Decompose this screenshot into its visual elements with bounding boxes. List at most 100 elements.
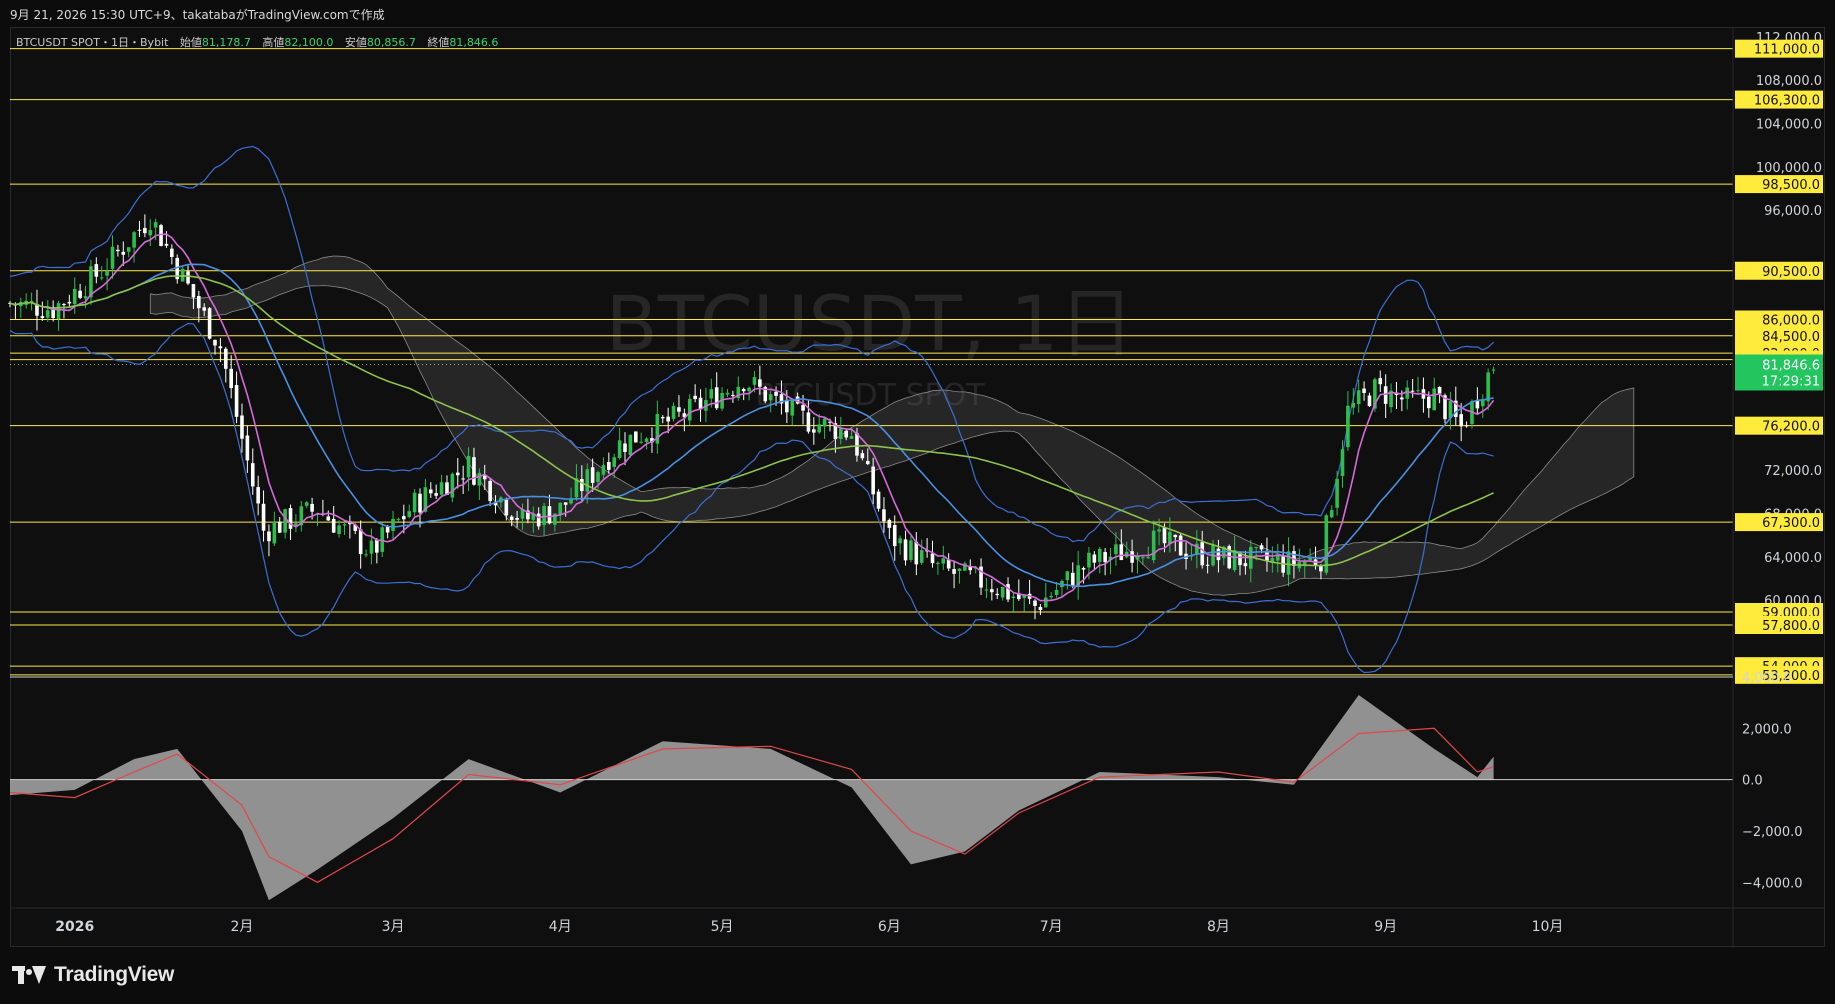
candle-body[interactable]: [164, 243, 169, 246]
candle-body[interactable]: [914, 541, 919, 565]
candle-body[interactable]: [337, 525, 341, 535]
level-tag-label[interactable]: 111,000.0: [1754, 43, 1820, 58]
candle-body[interactable]: [331, 518, 336, 533]
candle-body[interactable]: [110, 246, 115, 269]
candle-body[interactable]: [1011, 596, 1016, 599]
candle-body[interactable]: [623, 443, 627, 452]
candle-body[interactable]: [601, 465, 606, 475]
candle-body[interactable]: [898, 538, 902, 544]
candle-body[interactable]: [1168, 531, 1172, 544]
candle-body[interactable]: [607, 462, 611, 470]
candle-body[interactable]: [121, 251, 126, 255]
candle-body[interactable]: [1259, 545, 1264, 550]
candle-body[interactable]: [590, 467, 595, 483]
level-tag-label[interactable]: 106,300.0: [1754, 94, 1820, 109]
candle-body[interactable]: [197, 295, 201, 309]
candle-body[interactable]: [844, 430, 848, 438]
candle-body[interactable]: [628, 434, 633, 456]
candle-body[interactable]: [671, 405, 676, 419]
candle-body[interactable]: [785, 401, 789, 413]
candle-body[interactable]: [1324, 515, 1329, 573]
candle-body[interactable]: [310, 503, 314, 512]
candle-body[interactable]: [207, 308, 212, 339]
candle-body[interactable]: [1103, 552, 1107, 563]
candle-body[interactable]: [1319, 566, 1323, 572]
candle-body[interactable]: [126, 247, 131, 252]
candle-body[interactable]: [639, 441, 643, 443]
candle-body[interactable]: [1157, 529, 1161, 532]
candle-body[interactable]: [1054, 589, 1059, 595]
candlestick-series[interactable]: [8, 214, 1496, 620]
candle-body[interactable]: [563, 502, 568, 505]
candle-body[interactable]: [1346, 405, 1350, 448]
candle-body[interactable]: [396, 518, 401, 520]
candle-body[interactable]: [1254, 546, 1258, 548]
candle-body[interactable]: [1405, 387, 1410, 399]
candle-body[interactable]: [170, 248, 174, 257]
candle-body[interactable]: [402, 516, 406, 520]
candle-body[interactable]: [375, 540, 379, 553]
candle-body[interactable]: [488, 480, 492, 502]
candle-body[interactable]: [957, 568, 962, 572]
candle-body[interactable]: [218, 346, 223, 349]
candle-body[interactable]: [612, 457, 617, 467]
candle-body[interactable]: [83, 296, 88, 299]
candle-body[interactable]: [990, 589, 994, 593]
candle-body[interactable]: [240, 415, 244, 439]
candle-body[interactable]: [1049, 595, 1053, 598]
footer-brand[interactable]: TradingView: [12, 963, 174, 987]
candle-body[interactable]: [1243, 563, 1248, 567]
candle-body[interactable]: [455, 472, 460, 476]
candle-body[interactable]: [1173, 534, 1178, 538]
candle-body[interactable]: [137, 229, 142, 231]
candle-body[interactable]: [1400, 397, 1404, 400]
time-axis[interactable]: 2026 2月 3月 4月 5月 6月 7月 8月 9月 10月: [55, 919, 1563, 935]
candle-body[interactable]: [477, 472, 482, 486]
candle-body[interactable]: [272, 521, 277, 544]
candle-body[interactable]: [1486, 372, 1490, 402]
candle-body[interactable]: [105, 271, 109, 276]
candle-body[interactable]: [412, 492, 417, 513]
candle-body[interactable]: [1114, 544, 1118, 555]
candle-body[interactable]: [439, 482, 444, 495]
candle-body[interactable]: [1006, 583, 1010, 600]
candle-body[interactable]: [855, 433, 859, 456]
candle-body[interactable]: [1367, 395, 1372, 407]
candle-body[interactable]: [267, 531, 271, 542]
candle-body[interactable]: [1427, 396, 1431, 409]
candle-body[interactable]: [580, 478, 584, 492]
candle-body[interactable]: [364, 554, 368, 556]
candle-body[interactable]: [326, 516, 331, 521]
candle-body[interactable]: [159, 225, 163, 247]
candle-body[interactable]: [250, 463, 255, 487]
candle-body[interactable]: [1141, 557, 1145, 559]
candle-body[interactable]: [191, 284, 196, 298]
candle-body[interactable]: [1038, 606, 1043, 611]
candle-body[interactable]: [693, 395, 697, 400]
candle-body[interactable]: [45, 310, 50, 318]
candle-body[interactable]: [132, 232, 136, 248]
candle-body[interactable]: [407, 511, 412, 517]
candle-body[interactable]: [1081, 568, 1086, 570]
candle-body[interactable]: [542, 505, 546, 526]
candle-body[interactable]: [62, 304, 66, 306]
candle-body[interactable]: [1119, 544, 1124, 560]
candle-body[interactable]: [304, 502, 309, 506]
candle-body[interactable]: [143, 227, 147, 234]
candle-body[interactable]: [822, 418, 827, 427]
candle-body[interactable]: [768, 394, 773, 401]
candle-body[interactable]: [418, 493, 422, 513]
candle-body[interactable]: [1329, 510, 1334, 518]
candle-body[interactable]: [461, 478, 465, 480]
candle-body[interactable]: [515, 517, 519, 520]
candle-body[interactable]: [261, 503, 266, 531]
candle-body[interactable]: [1432, 388, 1437, 411]
candle-body[interactable]: [849, 436, 854, 439]
candle-body[interactable]: [709, 389, 714, 399]
candle-body[interactable]: [283, 509, 287, 533]
candle-body[interactable]: [1437, 386, 1442, 394]
candle-body[interactable]: [741, 389, 746, 392]
candle-body[interactable]: [1070, 572, 1075, 587]
level-tag-label[interactable]: 98,500.0: [1762, 178, 1820, 193]
candle-body[interactable]: [731, 394, 735, 396]
